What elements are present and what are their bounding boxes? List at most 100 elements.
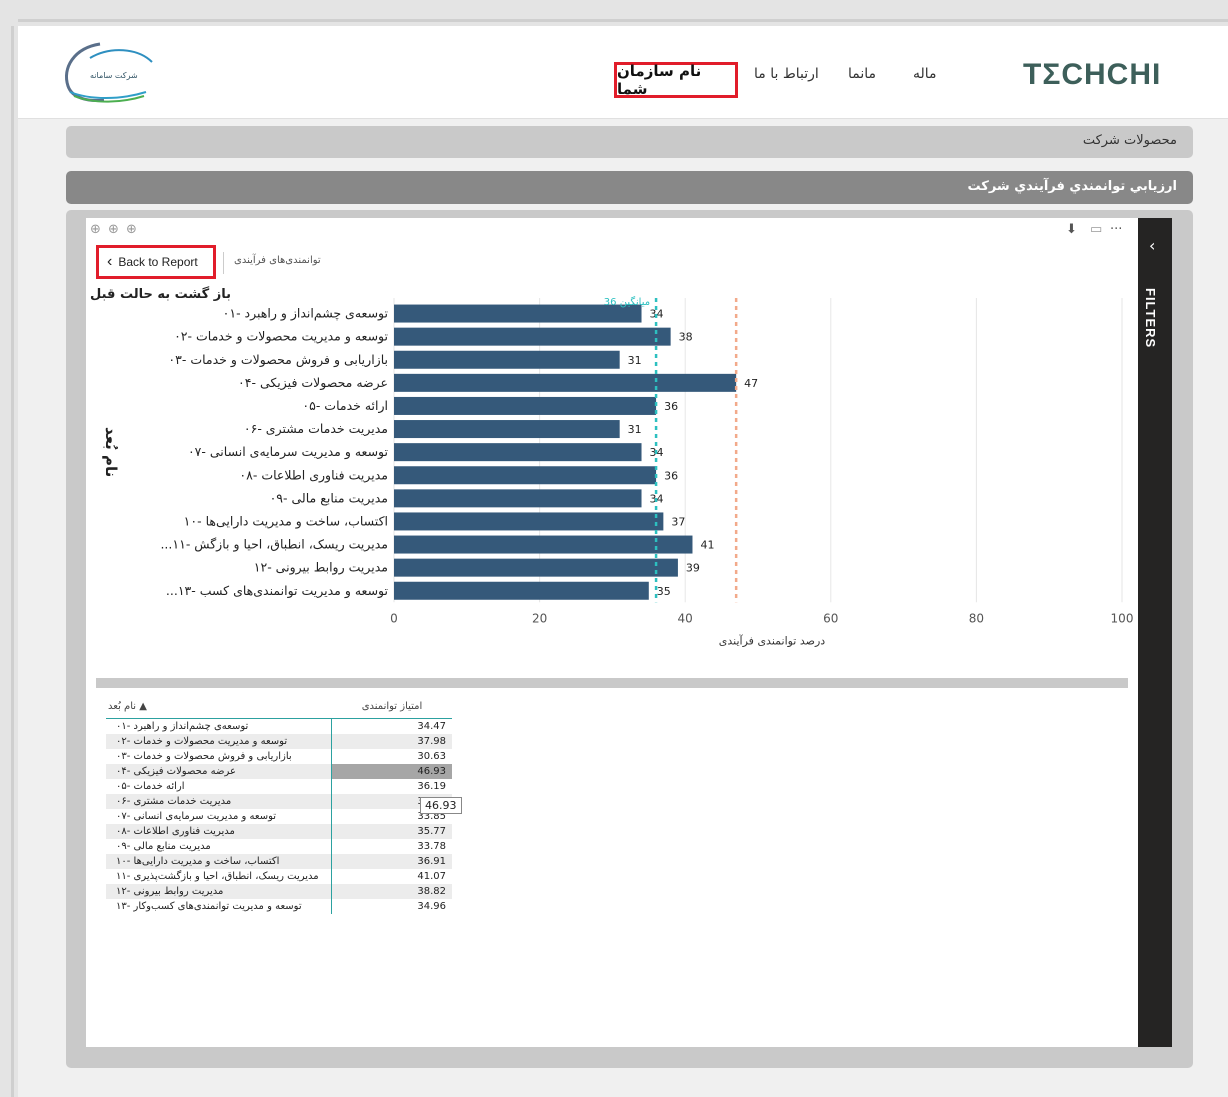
table-row[interactable]: اکتساب، ساخت و مدیریت دارایی‌ها -۱۰ 36.91: [106, 854, 452, 869]
category-label: ...توسعه و مدیریت توانمندی‌های کسب -۱۳: [166, 583, 389, 599]
data-label: 47: [744, 377, 758, 390]
table-row[interactable]: مدیریت خدمات مشتری -۰۶30.85: [106, 794, 452, 809]
cell-score: 36.91: [417, 856, 446, 867]
breadcrumb-divider: [223, 252, 224, 274]
chevron-left-icon[interactable]: ‹: [1149, 236, 1155, 255]
focus-mode-icon[interactable]: ▭: [1090, 222, 1102, 237]
cell-dimension: عرضه محصولات فیزیکی -۰۴: [106, 764, 332, 779]
drill-down-icon[interactable]: ⊕: [108, 222, 119, 237]
table-header: نام بُعد ▲ امتیاز توانمندی: [106, 695, 452, 719]
data-label: 37: [671, 515, 685, 528]
back-button-label: Back to Report: [118, 255, 198, 269]
cell-score: 41.07: [417, 871, 446, 882]
table-row[interactable]: مدیریت ریسک، انطباق، احیا و بازگشت‌پذیری…: [106, 869, 452, 884]
cell-dimension: توسعه و مدیریت محصولات و خدمات -۰۲: [106, 734, 332, 749]
data-label: 35: [657, 585, 671, 598]
table-row[interactable]: مدیریت روابط بیرونی -۱۲ 38.82: [106, 884, 452, 899]
category-label: عرضه محصولات فیزیکی -۰۴: [238, 375, 388, 391]
bar[interactable]: [394, 420, 620, 439]
sort-arrow-icon: ▲: [139, 701, 147, 712]
table-row[interactable]: بازاریابی و فروش محصولات و خدمات -۰۳ 30.6…: [106, 749, 452, 764]
table-row[interactable]: مدیریت فناوری اطلاعات -۰۸ 35.77: [106, 824, 452, 839]
cell-dimension: مدیریت فناوری اطلاعات -۰۸: [106, 824, 332, 839]
reference-line-label: میانگین 36: [604, 296, 650, 308]
cell-score: 30.63: [417, 751, 446, 762]
back-to-report-button[interactable]: ‹ Back to Report: [96, 245, 216, 279]
data-label: 36: [664, 400, 678, 413]
table-row[interactable]: توسعه‌ی چشم‌انداز و راهبرد -۰۱ 34.47: [106, 719, 452, 734]
category-label: اکتساب، ساخت و مدیریت دارایی‌ها -۱۰: [184, 513, 388, 529]
download-icon[interactable]: ⬇: [1066, 222, 1077, 237]
svg-text:شرکت سامانه: شرکت سامانه: [90, 71, 138, 80]
bar-chart: 02040608010034توسعه‌ی چشم‌انداز و راهبرد…: [102, 296, 1133, 647]
category-label: مدیریت خدمات مشتری -۰۶: [244, 421, 388, 437]
nav-item-3[interactable]: ماله: [913, 66, 937, 82]
x-tick-label: 20: [532, 611, 547, 625]
cell-score: 34.96: [417, 901, 446, 912]
section-products[interactable]: محصولات شرکت: [66, 126, 1193, 158]
bar[interactable]: [394, 396, 657, 415]
table-row[interactable]: توسعه و مدیریت محصولات و خدمات -۰۲ 37.98: [106, 734, 452, 749]
table-row[interactable]: توسعه و مدیریت توانمندی‌های کسب‌وکار -۱۳…: [106, 899, 452, 914]
table-visual: نام بُعد ▲ امتیاز توانمندی توسعه‌ی چشم‌ا…: [96, 678, 1128, 1047]
data-label: 36: [664, 469, 678, 482]
nav-item-2[interactable]: مانما: [848, 66, 876, 82]
brand-logo[interactable]: TΣCHCHI: [1023, 58, 1161, 92]
table-row[interactable]: مدیریت منابع مالی -۰۹ 33.78: [106, 839, 452, 854]
category-label: توسعه و مدیریت محصولات و خدمات -۰۲: [174, 329, 388, 345]
y-axis-title: نام بُعد: [102, 427, 120, 477]
cell-score: 34.47: [417, 721, 446, 732]
filters-pane[interactable]: ‹ FILTERS: [1138, 218, 1172, 1047]
scores-table: نام بُعد ▲ امتیاز توانمندی توسعه‌ی چشم‌ا…: [106, 695, 452, 914]
bar[interactable]: [394, 535, 693, 554]
header-dimension[interactable]: نام بُعد ▲: [106, 701, 332, 712]
cell-score: 46.93: [332, 764, 452, 779]
category-label: توسعه و مدیریت سرمایه‌ی انسانی -۰۷: [188, 444, 389, 460]
data-label: 41: [700, 539, 714, 552]
drill-up-icon[interactable]: ⊕: [90, 222, 101, 237]
filters-label: FILTERS: [1143, 288, 1158, 349]
category-label: ...مدیریت ریسک، انطباق، احیا و بازگش -۱۱: [160, 537, 388, 553]
bar[interactable]: [394, 466, 657, 485]
table-row[interactable]: عرضه محصولات فیزیکی -۰۴ 46.93: [106, 764, 452, 779]
data-label: 39: [686, 562, 700, 575]
bar[interactable]: [394, 581, 649, 600]
category-label: ارائه خدمات -۰۵: [302, 398, 388, 414]
window-frame-left: [0, 26, 18, 1097]
data-label: 38: [679, 331, 693, 344]
category-label: بازاریابی و فروش محصولات و خدمات -۰۳: [168, 352, 388, 368]
cell-dimension: مدیریت ریسک، انطباق، احیا و بازگشت‌پذیری…: [106, 869, 332, 884]
nav-contact[interactable]: ارتباط با ما: [754, 66, 819, 82]
company-logo[interactable]: شرکت سامانه: [60, 40, 160, 106]
more-options-icon[interactable]: ···: [1110, 222, 1122, 237]
table-row[interactable]: توسعه و مدیریت سرمایه‌ی انسانی -۰۷ 33.85: [106, 809, 452, 824]
cell-dimension: اکتساب، ساخت و مدیریت دارایی‌ها -۱۰: [106, 854, 332, 869]
bar[interactable]: [394, 443, 642, 462]
bar[interactable]: [394, 373, 737, 392]
bar[interactable]: [394, 327, 671, 346]
cell-score: 37.98: [417, 736, 446, 747]
cell-score: 38.82: [417, 886, 446, 897]
chevron-left-icon: ‹: [107, 253, 113, 270]
cell-dimension: مدیریت خدمات مشتری -۰۶: [106, 794, 332, 809]
cell-score: 35.77: [417, 826, 446, 837]
bar[interactable]: [394, 512, 664, 531]
bar[interactable]: [394, 489, 642, 508]
cell-dimension: بازاریابی و فروش محصولات و خدمات -۰۳: [106, 749, 332, 764]
breadcrumb: توانمندی‌های فرآیندی: [234, 255, 321, 266]
cell-dimension: توسعه‌ی چشم‌انداز و راهبرد -۰۱: [106, 719, 332, 734]
expand-icon[interactable]: ⊕: [126, 222, 137, 237]
bar[interactable]: [394, 350, 620, 369]
category-label: مدیریت فناوری اطلاعات -۰۸: [239, 467, 388, 483]
x-axis-title: درصد توانمندی فرآیندی: [719, 633, 825, 647]
category-label: مدیریت منابع مالی -۰۹: [270, 490, 388, 506]
header-score[interactable]: امتیاز توانمندی: [332, 701, 452, 712]
nav-organization-name[interactable]: نام سازمان شما: [614, 62, 738, 98]
powerbi-report: ⊕ ⊕ ⊕ ⬇ ▭ ··· ‹ Back to Report توانمندی‌…: [66, 210, 1193, 1068]
x-tick-label: 40: [678, 611, 693, 625]
table-row[interactable]: ارائه خدمات -۰۵ 36.19: [106, 779, 452, 794]
page: شرکت سامانه TΣCHCHI نام سازمان شما ارتبا…: [18, 26, 1228, 1097]
bar[interactable]: [394, 558, 678, 577]
section-assessment[interactable]: ارزيابي توانمندي فرآيندي شرکت: [66, 171, 1193, 204]
report-canvas: ⊕ ⊕ ⊕ ⬇ ▭ ··· ‹ Back to Report توانمندی‌…: [86, 218, 1138, 1047]
